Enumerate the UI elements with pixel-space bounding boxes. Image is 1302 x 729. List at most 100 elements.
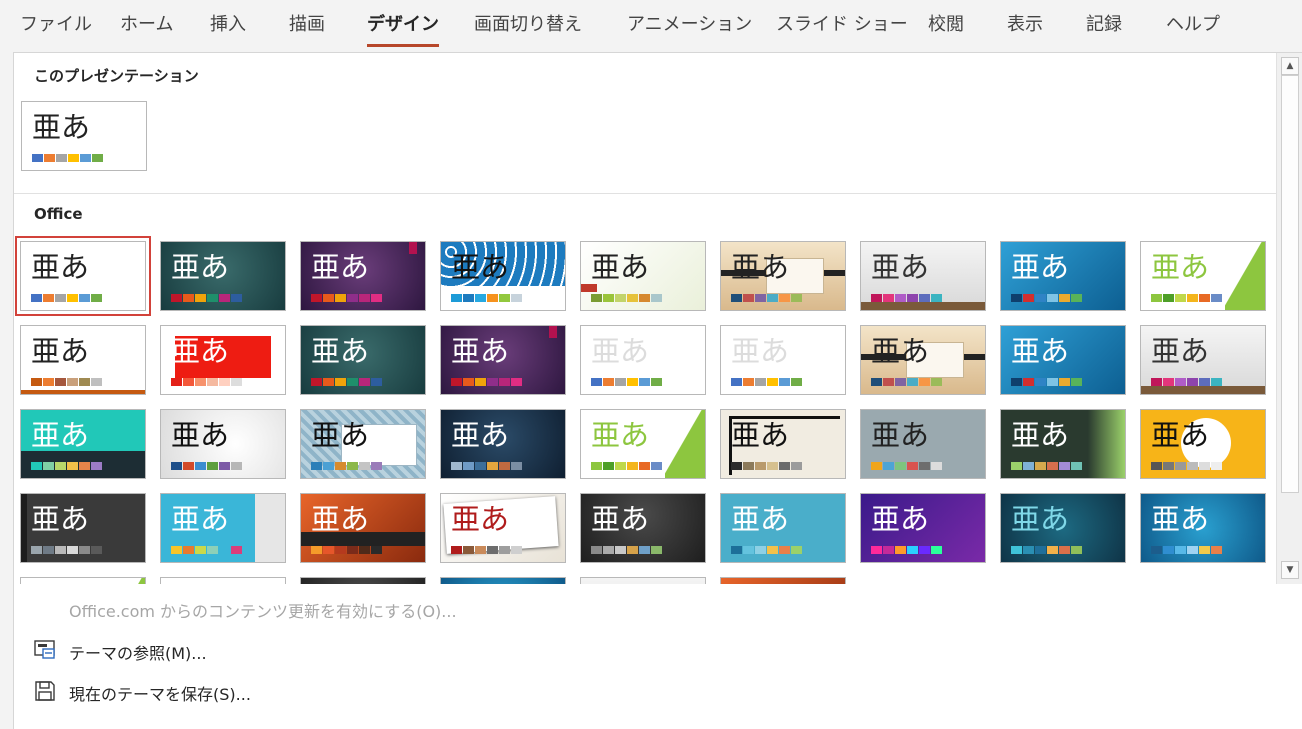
theme-office-3-4[interactable]: 亜あ [580, 493, 706, 563]
color-swatch [183, 378, 194, 386]
theme-office-0-3[interactable]: 亜あ [440, 241, 566, 311]
tab-3[interactable]: 描画 [289, 10, 325, 36]
color-swatch [31, 378, 42, 386]
theme-color-swatches [31, 378, 102, 386]
theme-office-1-2[interactable]: 亜あ [300, 325, 426, 395]
theme-color-swatches [731, 378, 802, 386]
theme-sample-text: 亜あ [1011, 334, 1070, 368]
tab-4[interactable]: デザイン [367, 10, 439, 47]
tab-6[interactable]: アニメーション [627, 10, 752, 36]
tab-7[interactable]: スライド ショー [776, 10, 908, 36]
color-swatch [871, 378, 882, 386]
theme-office-3-0[interactable]: 亜あ [20, 493, 146, 563]
color-swatch [871, 462, 882, 470]
color-swatch [1011, 378, 1022, 386]
theme-current-presentation[interactable]: 亜あ [21, 101, 147, 171]
theme-office-2-7[interactable]: 亜あ [1000, 409, 1126, 479]
theme-sample-text: 亜あ [1151, 250, 1210, 284]
color-swatch [499, 378, 510, 386]
theme-office-1-1[interactable]: 亜あ [160, 325, 286, 395]
color-swatch [1151, 294, 1162, 302]
theme-office-2-1[interactable]: 亜あ [160, 409, 286, 479]
color-swatch [475, 546, 486, 554]
tab-11[interactable]: ヘルプ [1166, 10, 1220, 36]
color-swatch [791, 462, 802, 470]
theme-office-0-2[interactable]: 亜あ [300, 241, 426, 311]
color-swatch [323, 294, 334, 302]
theme-office-4-2[interactable]: 亜あ [300, 577, 426, 584]
theme-office-2-8[interactable]: 亜あ [1140, 409, 1266, 479]
theme-office-4-4[interactable]: 亜あ [580, 577, 706, 584]
theme-color-swatches [591, 378, 662, 386]
theme-office-2-0[interactable]: 亜あ [20, 409, 146, 479]
theme-tag [549, 326, 557, 338]
color-swatch [171, 294, 182, 302]
tab-8[interactable]: 校閲 [928, 10, 964, 36]
tab-9[interactable]: 表示 [1007, 10, 1043, 36]
theme-office-1-0[interactable]: 亜あ [20, 325, 146, 395]
tab-0[interactable]: ファイル [20, 10, 92, 36]
browse-themes-item[interactable]: テーマの参照(M)... [69, 640, 207, 664]
theme-office-0-5[interactable]: 亜あ [720, 241, 846, 311]
theme-office-0-1[interactable]: 亜あ [160, 241, 286, 311]
theme-office-3-7[interactable]: 亜あ [1000, 493, 1126, 563]
theme-office-1-6[interactable]: 亜あ [860, 325, 986, 395]
theme-side [21, 494, 27, 562]
theme-sample-text: 亜あ [731, 250, 790, 284]
color-swatch [883, 378, 894, 386]
scroll-up-button[interactable]: ▲ [1281, 57, 1299, 75]
theme-sample-text: 亜あ [311, 334, 370, 368]
color-swatch [1187, 294, 1198, 302]
theme-office-1-3[interactable]: 亜あ [440, 325, 566, 395]
color-swatch [1035, 294, 1046, 302]
color-swatch [207, 546, 218, 554]
theme-office-2-4[interactable]: 亜あ [580, 409, 706, 479]
theme-office-2-3[interactable]: 亜あ [440, 409, 566, 479]
tab-1[interactable]: ホーム [120, 10, 173, 36]
color-swatch [43, 294, 54, 302]
theme-office-1-8[interactable]: 亜あ [1140, 325, 1266, 395]
theme-office-2-5[interactable]: 亜あ [720, 409, 846, 479]
color-swatch [347, 294, 358, 302]
theme-office-3-8[interactable]: 亜あ [1140, 493, 1266, 563]
tab-10[interactable]: 記録 [1086, 10, 1122, 36]
color-swatch [475, 462, 486, 470]
theme-color-swatches [1151, 546, 1222, 554]
gallery-scrollbar[interactable]: ▲ ▼ [1276, 53, 1302, 584]
theme-office-1-5[interactable]: 亜あ [720, 325, 846, 395]
theme-sample-text: 亜あ [731, 334, 790, 368]
theme-office-1-7[interactable]: 亜あ [1000, 325, 1126, 395]
theme-office-4-1[interactable]: 亜あ [160, 577, 286, 584]
color-swatch [43, 462, 54, 470]
theme-office-1-4[interactable]: 亜あ [580, 325, 706, 395]
theme-office-3-3[interactable]: 亜あ [440, 493, 566, 563]
scroll-down-button[interactable]: ▼ [1281, 561, 1299, 579]
tab-2[interactable]: 挿入 [210, 10, 246, 36]
theme-office-0-7[interactable]: 亜あ [1000, 241, 1126, 311]
theme-office-3-5[interactable]: 亜あ [720, 493, 846, 563]
theme-office-3-1[interactable]: 亜あ [160, 493, 286, 563]
theme-office-4-3[interactable]: 亜あ [440, 577, 566, 584]
theme-office-4-0[interactable]: 亜あ [20, 577, 146, 584]
theme-sample-text: 亜あ [871, 334, 930, 368]
color-swatch [1011, 462, 1022, 470]
color-swatch [731, 462, 742, 470]
theme-office-0-6[interactable]: 亜あ [860, 241, 986, 311]
color-swatch [1011, 546, 1022, 554]
theme-office-2-6[interactable]: 亜あ [860, 409, 986, 479]
theme-color-swatches [1011, 546, 1082, 554]
color-swatch [1071, 378, 1082, 386]
theme-office-0-0[interactable]: 亜あ [15, 236, 151, 316]
theme-color-swatches [1011, 378, 1082, 386]
scrollbar-thumb[interactable] [1281, 75, 1299, 493]
theme-office-4-5[interactable]: 亜あ [720, 577, 846, 584]
theme-office-0-8[interactable]: 亜あ [1140, 241, 1266, 311]
color-swatch [1211, 378, 1222, 386]
theme-office-3-2[interactable]: 亜あ [300, 493, 426, 563]
theme-office-0-4[interactable]: 亜あ [580, 241, 706, 311]
color-swatch [1151, 462, 1162, 470]
theme-office-2-2[interactable]: 亜あ [300, 409, 426, 479]
theme-office-3-6[interactable]: 亜あ [860, 493, 986, 563]
save-current-theme-item[interactable]: 現在のテーマを保存(S)... [69, 681, 251, 705]
tab-5[interactable]: 画面切り替え [474, 10, 582, 36]
